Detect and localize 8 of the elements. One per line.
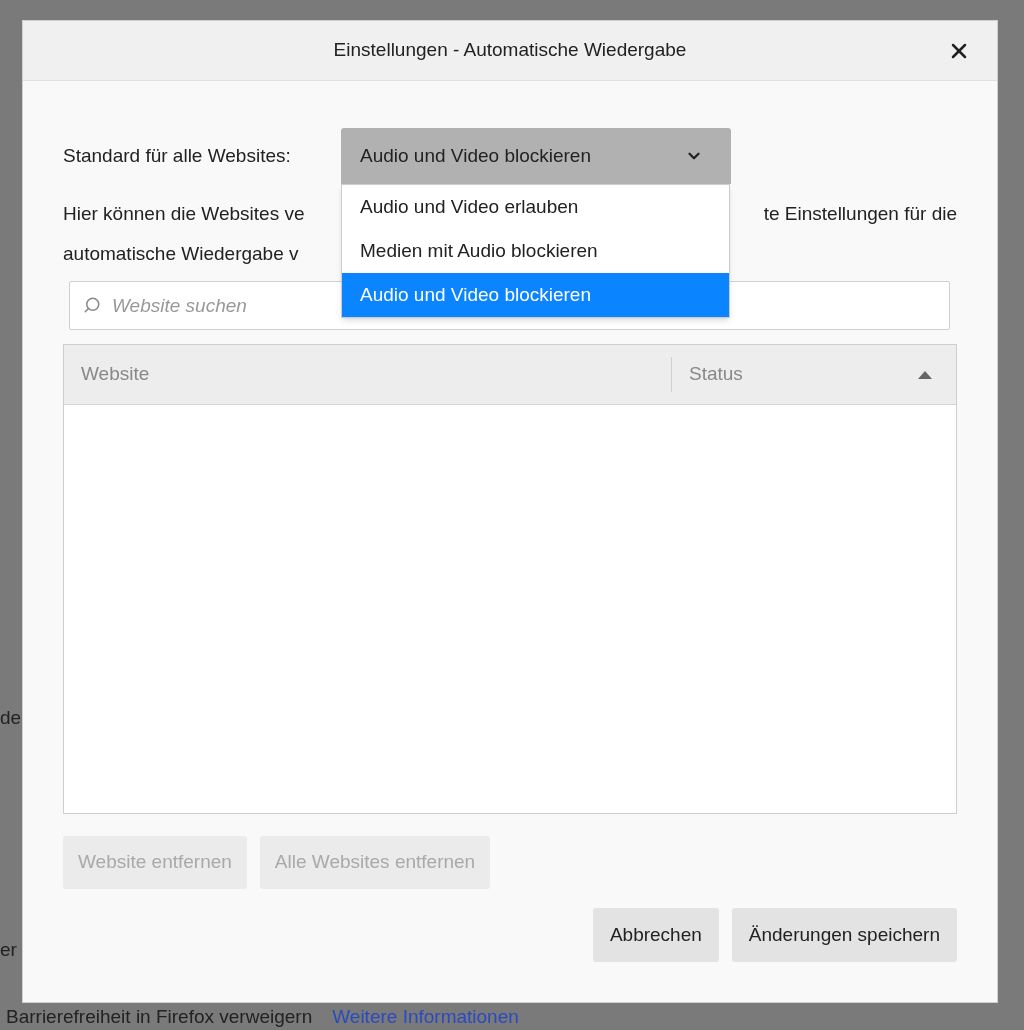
page-text: er — [0, 938, 17, 962]
description-text: te Einstellungen für die — [763, 201, 957, 226]
default-label: Standard für alle Websites: — [63, 143, 292, 168]
page-text: Barrierefreiheit in Firefox verweigern — [6, 1005, 313, 1029]
description-text: automatische Wiedergabe v — [63, 241, 299, 266]
page-text: de — [0, 706, 22, 730]
dialog-title: Einstellungen - Automatische Wiedergabe — [333, 38, 687, 63]
description-text: Hier können die Websites ve — [63, 201, 305, 226]
